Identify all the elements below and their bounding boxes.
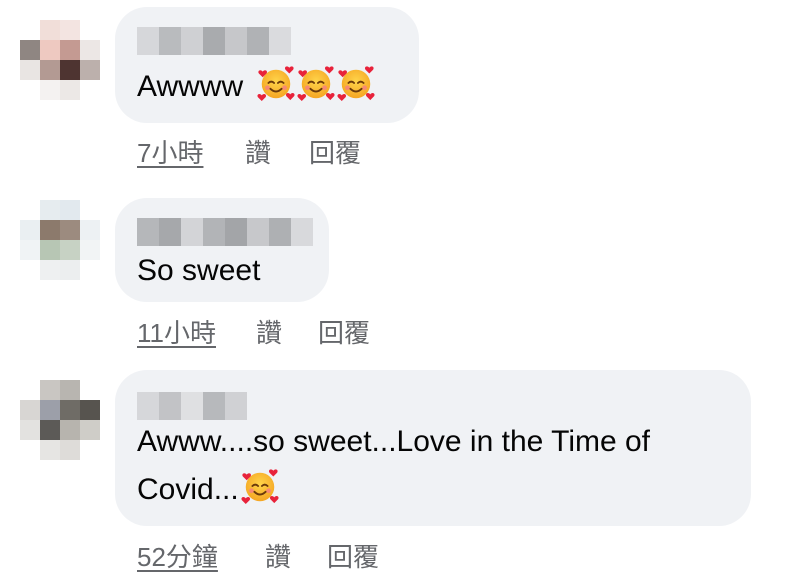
smiling-face-with-hearts-icon xyxy=(297,64,335,102)
avatar[interactable] xyxy=(20,20,100,100)
author-name-blurred[interactable] xyxy=(137,218,313,246)
comment-bubble: Awww....so sweet...Love in the Time of C… xyxy=(115,370,751,526)
comment-text: So sweet xyxy=(137,254,261,287)
author-name-blurred[interactable] xyxy=(137,27,291,55)
comment-bubble: Awwww xyxy=(115,7,419,123)
reply-button[interactable]: 回覆 xyxy=(309,133,361,170)
like-button[interactable]: 讚 xyxy=(256,313,282,350)
comment-text: Awwww xyxy=(137,63,375,111)
like-button[interactable]: 讚 xyxy=(245,133,271,170)
avatar[interactable] xyxy=(20,380,100,460)
avatar[interactable] xyxy=(20,200,100,280)
comment-text-line-2: Covid... xyxy=(137,466,279,514)
author-name-blurred[interactable] xyxy=(137,392,247,420)
smiling-face-with-hearts-icon xyxy=(337,64,375,102)
like-button[interactable]: 讚 xyxy=(265,537,291,574)
reply-button[interactable]: 回覆 xyxy=(318,313,370,350)
timestamp-link[interactable]: 11小時 xyxy=(137,313,216,350)
comment-text-line-1: Awww....so sweet...Love in the Time of xyxy=(137,425,651,458)
comment-bubble: So sweet xyxy=(115,198,329,302)
smiling-face-with-hearts-icon xyxy=(257,64,295,102)
smiling-face-with-hearts-icon xyxy=(241,467,279,505)
timestamp-link[interactable]: 52分鐘 xyxy=(137,537,218,574)
timestamp-link[interactable]: 7小時 xyxy=(137,133,203,170)
reply-button[interactable]: 回覆 xyxy=(327,537,379,574)
